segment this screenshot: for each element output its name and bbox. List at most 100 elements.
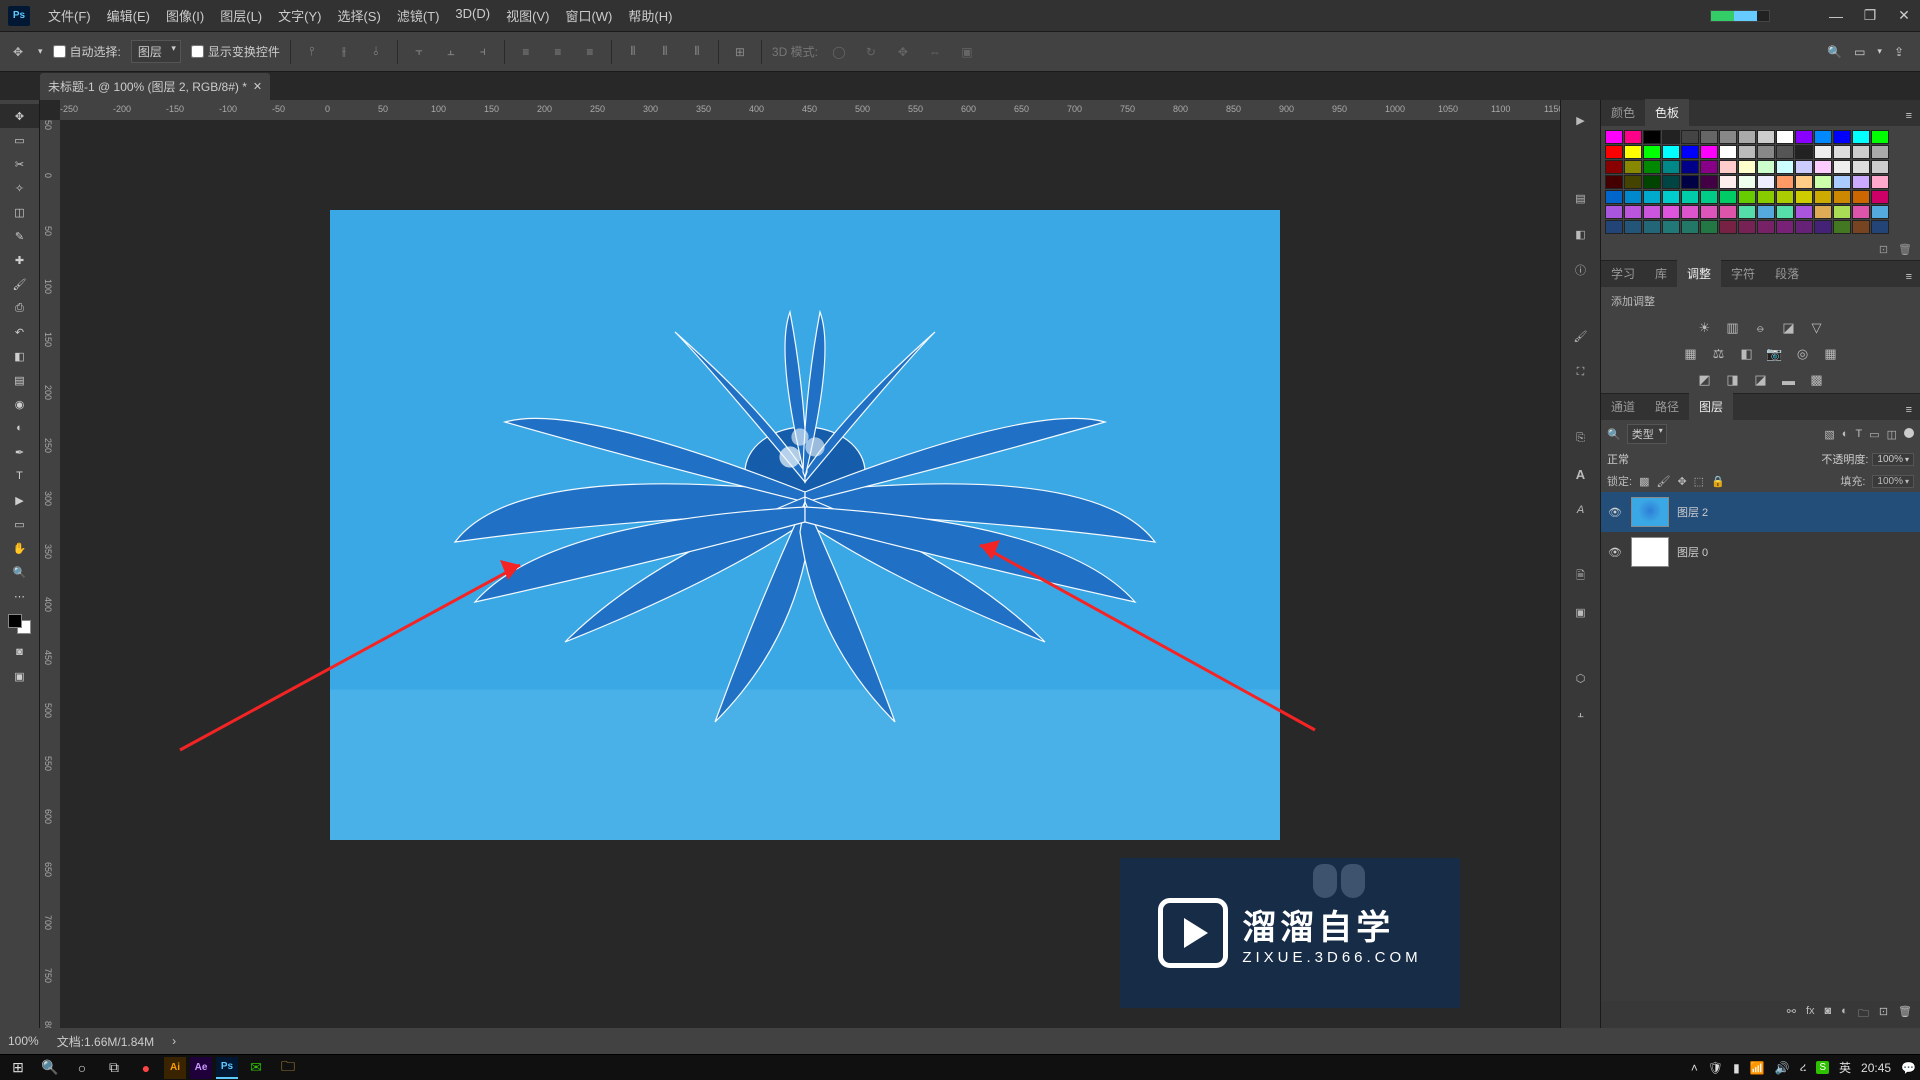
menu-图层[interactable]: 图层(L): [212, 2, 270, 29]
glyph-panel-icon[interactable]: A: [1569, 498, 1593, 522]
tab-paths[interactable]: 路径: [1645, 393, 1689, 420]
adj-hue-icon[interactable]: ▦: [1682, 345, 1700, 363]
adj-poster-icon[interactable]: ◨: [1724, 371, 1742, 389]
swatch[interactable]: [1738, 160, 1756, 174]
menu-帮助[interactable]: 帮助(H): [620, 2, 680, 29]
notifications-icon[interactable]: 💬: [1901, 1061, 1916, 1075]
swatch[interactable]: [1681, 175, 1699, 189]
tab-learn[interactable]: 学习: [1601, 260, 1645, 287]
dist-vcenter-icon[interactable]: ≡: [547, 41, 569, 63]
swatch[interactable]: [1643, 220, 1661, 234]
layer-row[interactable]: 👁图层 0: [1601, 532, 1920, 572]
wifi-icon[interactable]: 📶: [1750, 1061, 1765, 1075]
swatch[interactable]: [1662, 130, 1680, 144]
menu-选择[interactable]: 选择(S): [329, 2, 388, 29]
pen-tool[interactable]: ✒: [0, 440, 39, 464]
stamp-tool[interactable]: ⎙: [0, 296, 39, 320]
new-layer-icon[interactable]: ⊡: [1879, 1005, 1888, 1024]
adj-levels-icon[interactable]: ▥: [1724, 319, 1742, 337]
new-adj-layer-icon[interactable]: ◐: [1841, 1005, 1848, 1024]
path-select-tool[interactable]: ▶: [0, 488, 39, 512]
dist-bottom-icon[interactable]: ≡: [579, 41, 601, 63]
nav-panel-icon[interactable]: ▣: [1569, 600, 1593, 624]
swatch[interactable]: [1757, 190, 1775, 204]
frame-icon[interactable]: ▭: [1854, 45, 1865, 59]
filter-text-icon[interactable]: T: [1855, 428, 1862, 441]
swatch[interactable]: [1605, 160, 1623, 174]
opacity-input[interactable]: 100%: [1872, 453, 1914, 466]
canvas-viewport[interactable]: 溜溜自学 ZIXUE.3D66.COM: [60, 120, 1560, 1028]
swatch[interactable]: [1662, 220, 1680, 234]
swatch[interactable]: [1681, 220, 1699, 234]
swatch[interactable]: [1643, 190, 1661, 204]
explorer-icon[interactable]: 🗀: [274, 1057, 302, 1079]
swatch[interactable]: [1738, 220, 1756, 234]
swatch[interactable]: [1814, 175, 1832, 189]
swatch[interactable]: [1643, 130, 1661, 144]
healing-tool[interactable]: ✚: [0, 248, 39, 272]
swatch[interactable]: [1700, 205, 1718, 219]
info-panel-icon[interactable]: ⓘ: [1569, 258, 1593, 282]
zoom-level[interactable]: 100%: [8, 1034, 39, 1048]
swatch[interactable]: [1662, 190, 1680, 204]
swatch[interactable]: [1719, 160, 1737, 174]
swatch[interactable]: [1662, 160, 1680, 174]
align-left-icon[interactable]: ⫟: [408, 41, 430, 63]
swatch[interactable]: [1871, 160, 1889, 174]
cortana-icon[interactable]: ○: [68, 1057, 96, 1079]
swatch[interactable]: [1605, 205, 1623, 219]
swatch[interactable]: [1662, 205, 1680, 219]
swatch[interactable]: [1719, 175, 1737, 189]
align-vcenter-icon[interactable]: ⫲: [333, 41, 355, 63]
dist-right-icon[interactable]: ⫴: [686, 41, 708, 63]
photoshop-icon[interactable]: Ps: [216, 1057, 238, 1079]
chrome-icon[interactable]: ●: [132, 1057, 160, 1079]
tab-paragraph[interactable]: 段落: [1765, 260, 1809, 287]
adj-gradmap-icon[interactable]: ▬: [1780, 371, 1798, 389]
swatch[interactable]: [1719, 190, 1737, 204]
swatch[interactable]: [1700, 190, 1718, 204]
dist-top-icon[interactable]: ≡: [515, 41, 537, 63]
brush-tool[interactable]: 🖌: [0, 272, 39, 296]
swatch[interactable]: [1700, 175, 1718, 189]
fill-input[interactable]: 100%: [1872, 475, 1914, 488]
swatch[interactable]: [1833, 175, 1851, 189]
properties-panel-icon[interactable]: ◧: [1569, 222, 1593, 246]
menu-图像[interactable]: 图像(I): [158, 2, 212, 29]
menu-文字[interactable]: 文字(Y): [270, 2, 329, 29]
align-hcenter-icon[interactable]: ⫠: [440, 41, 462, 63]
filter-toggle[interactable]: [1904, 428, 1914, 438]
swatch[interactable]: [1757, 175, 1775, 189]
swatch[interactable]: [1605, 175, 1623, 189]
swatch[interactable]: [1852, 220, 1870, 234]
swatch[interactable]: [1719, 145, 1737, 159]
swatch[interactable]: [1833, 145, 1851, 159]
delete-swatch-icon[interactable]: 🗑: [1898, 243, 1912, 256]
menu-3D[interactable]: 3D(D): [447, 2, 498, 29]
tab-library[interactable]: 库: [1645, 260, 1677, 287]
timeline-panel-icon[interactable]: ⫠: [1569, 702, 1593, 726]
swatch[interactable]: [1871, 145, 1889, 159]
volume-icon[interactable]: 🔊: [1775, 1061, 1790, 1075]
close-icon[interactable]: ✕: [1896, 7, 1912, 24]
security-icon[interactable]: 🛡: [1708, 1061, 1723, 1075]
add-mask-icon[interactable]: ◙: [1825, 1005, 1832, 1024]
lock-position-icon[interactable]: ✥: [1677, 475, 1686, 488]
dist-hcenter-icon[interactable]: ⫴: [654, 41, 676, 63]
magic-wand-tool[interactable]: ✧: [0, 176, 39, 200]
swatch[interactable]: [1776, 160, 1794, 174]
swatch[interactable]: [1795, 175, 1813, 189]
adj-photo-icon[interactable]: 📷: [1766, 345, 1784, 363]
tab-character[interactable]: 字符: [1721, 260, 1765, 287]
swatch[interactable]: [1871, 130, 1889, 144]
swatch[interactable]: [1624, 220, 1642, 234]
swatch[interactable]: [1776, 145, 1794, 159]
illustrator-icon[interactable]: Ai: [164, 1057, 186, 1079]
adj-exposure-icon[interactable]: ◪: [1780, 319, 1798, 337]
hand-tool[interactable]: ✋: [0, 536, 39, 560]
swatch[interactable]: [1814, 205, 1832, 219]
lock-artboard-icon[interactable]: ⬚: [1694, 475, 1704, 488]
share-icon[interactable]: ⇪: [1894, 45, 1904, 59]
menu-滤镜[interactable]: 滤镜(T): [389, 2, 448, 29]
tray-expand-icon[interactable]: ˄: [1691, 1061, 1698, 1075]
